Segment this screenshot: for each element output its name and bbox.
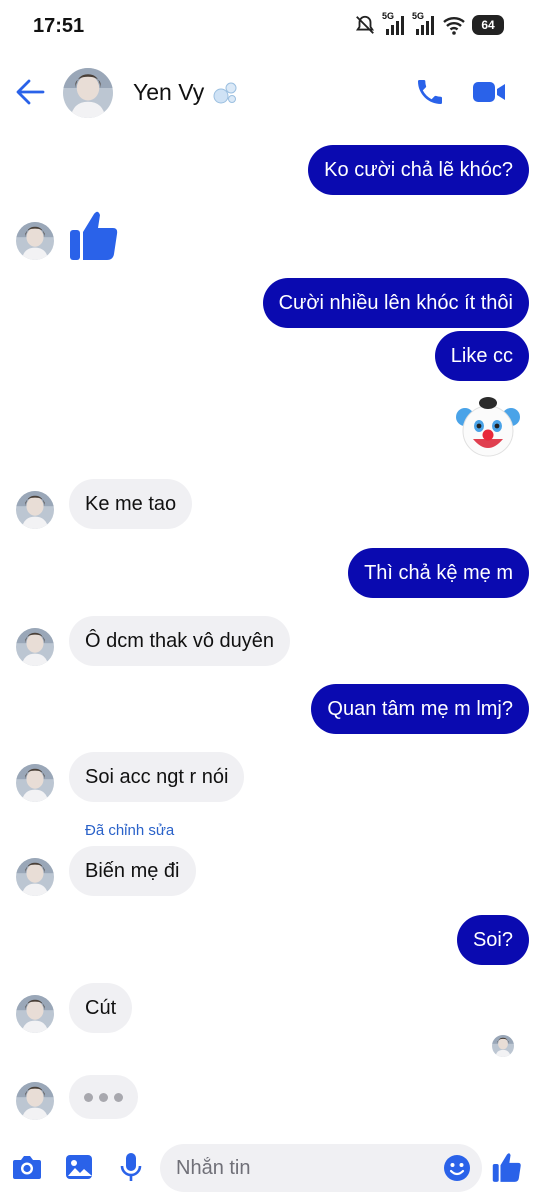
signal-icon-2: 5G bbox=[412, 11, 436, 35]
camera-icon bbox=[13, 1156, 41, 1179]
typing-indicator bbox=[69, 1075, 138, 1119]
seen-indicator-avatar bbox=[492, 1035, 514, 1057]
battery-icon: 64 bbox=[472, 15, 504, 35]
contact-avatar[interactable] bbox=[63, 68, 113, 118]
chat-header: Yen Vy bbox=[0, 56, 540, 130]
sender-avatar bbox=[16, 1082, 54, 1120]
network-label: 5G bbox=[382, 11, 395, 21]
image-icon bbox=[66, 1155, 92, 1179]
message-bubble-incoming[interactable]: Cút bbox=[69, 983, 133, 1033]
edited-label[interactable]: Đã chỉnh sửa bbox=[85, 822, 174, 839]
sender-avatar bbox=[16, 628, 54, 666]
sender-avatar bbox=[16, 995, 54, 1033]
status-icons: 5G 5G 64 bbox=[354, 11, 504, 36]
contact-name[interactable]: Yen Vy bbox=[133, 79, 204, 106]
sender-avatar bbox=[16, 222, 54, 260]
message-bubble-incoming[interactable]: Biến mẹ đi bbox=[69, 846, 196, 896]
sender-avatar bbox=[16, 858, 54, 896]
message-bubble-outgoing[interactable]: Thì chả kệ mẹ m bbox=[348, 548, 529, 598]
network-label-2: 5G bbox=[412, 11, 425, 21]
status-bar: 17:51 5G 5G 64 bbox=[0, 0, 540, 56]
camera-button[interactable] bbox=[10, 1150, 44, 1184]
message-bubble-outgoing[interactable]: Quan tâm mẹ m lmj? bbox=[311, 684, 529, 734]
back-button[interactable] bbox=[12, 74, 48, 110]
message-input[interactable] bbox=[176, 1144, 436, 1192]
microphone-icon bbox=[120, 1153, 142, 1181]
emoji-button[interactable] bbox=[442, 1153, 472, 1183]
voice-button[interactable] bbox=[114, 1150, 148, 1184]
thumbs-up-icon[interactable] bbox=[68, 208, 120, 267]
emoji-icon bbox=[444, 1155, 470, 1181]
bubbles-icon bbox=[212, 80, 238, 111]
video-camera-icon bbox=[473, 82, 505, 102]
message-input-container bbox=[160, 1144, 482, 1192]
message-bubble-outgoing[interactable]: Ko cười chả lẽ khóc? bbox=[308, 145, 529, 195]
typing-dot bbox=[84, 1092, 93, 1102]
sender-avatar bbox=[16, 764, 54, 802]
message-bubble-outgoing[interactable]: Cười nhiều lên khóc ít thôi bbox=[262, 278, 529, 328]
thumbs-up-icon bbox=[492, 1153, 521, 1182]
video-call-button[interactable] bbox=[470, 75, 508, 109]
send-like-button[interactable] bbox=[490, 1150, 524, 1184]
message-bubble-outgoing[interactable]: Like cc bbox=[434, 331, 529, 381]
message-bubble-incoming[interactable]: Ô dcm thak vô duyên bbox=[69, 616, 290, 666]
phone-icon bbox=[418, 80, 442, 104]
arrow-left-icon bbox=[16, 79, 45, 105]
clown-face-icon[interactable] bbox=[455, 395, 521, 466]
signal-icon: 5G bbox=[382, 11, 406, 35]
mute-bell-icon bbox=[354, 14, 376, 36]
composer-bar bbox=[0, 1140, 540, 1200]
typing-dot bbox=[99, 1092, 108, 1102]
gallery-button[interactable] bbox=[62, 1150, 96, 1184]
call-button[interactable] bbox=[413, 75, 447, 109]
message-bubble-outgoing[interactable]: Soi? bbox=[456, 915, 529, 965]
message-bubble-incoming[interactable]: Soi acc ngt r nói bbox=[69, 752, 245, 802]
wifi-icon bbox=[442, 15, 466, 35]
message-bubble-incoming[interactable]: Ke me tao bbox=[69, 479, 193, 529]
sender-avatar bbox=[16, 491, 54, 529]
typing-dot bbox=[114, 1092, 123, 1102]
status-time: 17:51 bbox=[33, 15, 85, 37]
